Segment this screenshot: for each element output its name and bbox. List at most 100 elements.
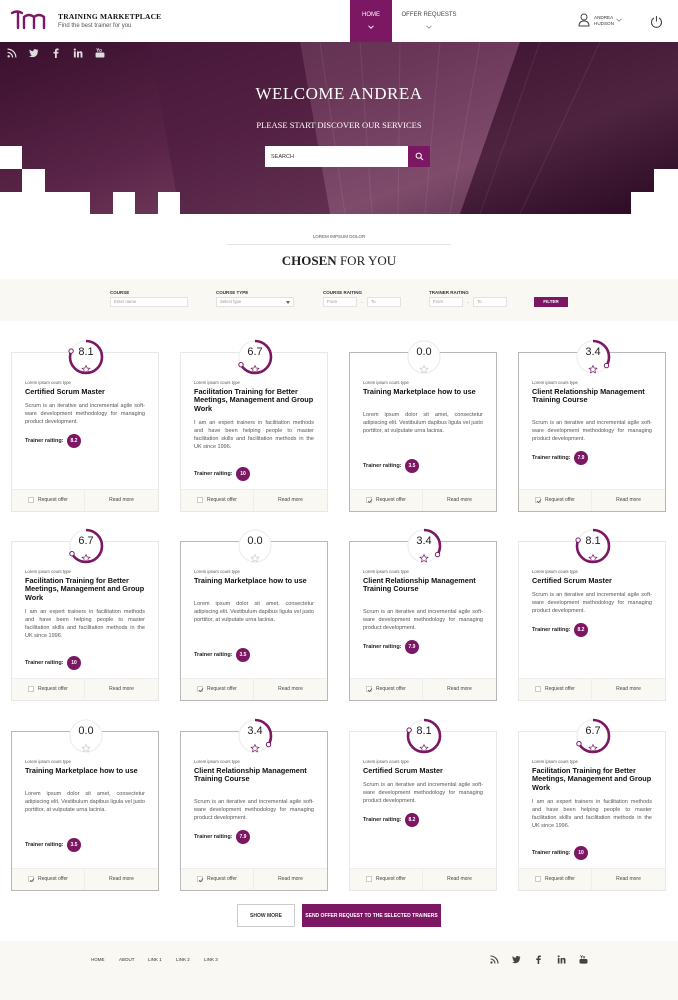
- footer-link-3[interactable]: LINK 3: [204, 957, 218, 962]
- read-more-link[interactable]: Read more: [85, 876, 158, 882]
- rss-icon[interactable]: [490, 955, 499, 964]
- read-more-link[interactable]: Read more: [254, 497, 327, 503]
- request-offer-checkbox[interactable]: [366, 876, 372, 882]
- course-title[interactable]: Facilitation Training for Better Meeting…: [25, 576, 145, 602]
- read-more-link[interactable]: Read more: [85, 497, 158, 503]
- nav-offer-requests[interactable]: OFFER REQUESTS: [400, 0, 458, 42]
- course-description: Scrum is an iterative and incremental ag…: [25, 403, 145, 426]
- logo-icon[interactable]: [9, 6, 49, 32]
- course-card[interactable]: 0.0 Lorem ipsum cours type Training Market…: [180, 529, 328, 701]
- facebook-icon[interactable]: [534, 955, 543, 964]
- course-rating-to[interactable]: To: [367, 297, 401, 307]
- course-title[interactable]: Facilitation Training for Better Meeting…: [532, 766, 652, 792]
- read-more-link[interactable]: Read more: [592, 497, 665, 503]
- decor-block: [654, 169, 678, 192]
- request-offer-toggle[interactable]: Request offer: [181, 869, 254, 890]
- read-more-link[interactable]: Read more: [254, 686, 327, 692]
- footer-link-2[interactable]: LINK 2: [176, 957, 190, 962]
- youtube-icon[interactable]: [95, 48, 105, 58]
- power-icon[interactable]: [650, 15, 663, 28]
- course-card[interactable]: 3.4 Lorem ipsum cours type Client Relation…: [349, 528, 497, 701]
- facebook-icon[interactable]: [51, 48, 61, 58]
- linkedin-icon[interactable]: [73, 48, 83, 58]
- check-icon: [367, 688, 373, 693]
- show-more-button[interactable]: SHOW MORE: [237, 904, 295, 927]
- course-title[interactable]: Training Marketplace how to use: [194, 576, 314, 585]
- course-card[interactable]: 0.0 Lorem ipsum cours type Training Market…: [11, 719, 159, 891]
- request-offer-toggle[interactable]: Request offer: [519, 869, 592, 890]
- request-offer-checkbox[interactable]: [28, 876, 35, 883]
- read-more-link[interactable]: Read more: [254, 876, 327, 882]
- request-offer-checkbox[interactable]: [197, 876, 204, 883]
- footer-link-about[interactable]: ABOUT: [119, 957, 135, 962]
- trainer-rating-from[interactable]: From: [429, 297, 463, 307]
- course-type-select[interactable]: Select type: [216, 297, 294, 307]
- request-offer-toggle[interactable]: Request offer: [12, 679, 85, 700]
- rss-icon[interactable]: [7, 48, 17, 58]
- course-title[interactable]: Facilitation Training for Better Meeting…: [194, 387, 314, 413]
- course-title[interactable]: Client Relationship Management Training …: [194, 766, 314, 784]
- request-offer-checkbox[interactable]: [197, 686, 204, 693]
- linkedin-icon[interactable]: [557, 955, 566, 964]
- twitter-icon[interactable]: [512, 955, 521, 964]
- user-menu[interactable]: ANDREA HUDSON: [578, 13, 628, 31]
- course-card[interactable]: 6.7 Lorem ipsum cours type Facilitation Tr…: [11, 528, 159, 701]
- course-title[interactable]: Certified Scrum Master: [25, 387, 145, 396]
- send-offer-request-button[interactable]: SEND OFFER REQUEST TO THE SELECTED TRAIN…: [302, 904, 441, 927]
- read-more-link[interactable]: Read more: [592, 686, 665, 692]
- request-offer-checkbox[interactable]: [197, 497, 203, 503]
- course-card[interactable]: 8.1 Lorem ipsum cours type Certified Scrum…: [518, 528, 666, 701]
- request-offer-toggle[interactable]: Request offer: [12, 490, 85, 511]
- course-card[interactable]: 3.4 Lorem ipsum cours type Client Relation…: [518, 339, 666, 512]
- score-value: 0.0: [416, 346, 432, 358]
- course-title[interactable]: Certified Scrum Master: [532, 576, 652, 585]
- footer-link-home[interactable]: HOME: [91, 957, 105, 962]
- course-card[interactable]: 3.4 Lorem ipsum cours type Client Relation…: [180, 718, 328, 891]
- request-offer-toggle[interactable]: Request offer: [181, 679, 254, 700]
- youtube-icon[interactable]: [579, 955, 588, 964]
- read-more-link[interactable]: Read more: [592, 876, 665, 882]
- request-offer-checkbox[interactable]: [535, 497, 542, 504]
- request-offer-checkbox[interactable]: [28, 497, 34, 503]
- request-offer-checkbox[interactable]: [535, 876, 541, 882]
- course-title[interactable]: Client Relationship Management Training …: [363, 576, 483, 594]
- request-offer-checkbox[interactable]: [28, 686, 34, 692]
- course-title[interactable]: Client Relationship Management Training …: [532, 387, 652, 405]
- twitter-icon[interactable]: [29, 48, 39, 58]
- course-rating-from[interactable]: From: [323, 297, 357, 307]
- user-name: ANDREA HUDSON: [594, 15, 614, 26]
- request-offer-toggle[interactable]: Request offer: [519, 679, 592, 700]
- search-button[interactable]: [408, 146, 430, 167]
- search-input[interactable]: [265, 146, 408, 167]
- request-offer-checkbox[interactable]: [366, 686, 373, 693]
- footer-link-1[interactable]: LINK 1: [148, 957, 162, 962]
- course-title[interactable]: Certified Scrum Master: [363, 766, 483, 775]
- read-more-link[interactable]: Read more: [85, 686, 158, 692]
- trainer-rating-to[interactable]: To: [473, 297, 507, 307]
- course-name-input[interactable]: Enter name: [110, 297, 188, 307]
- course-title[interactable]: Training Marketplace how to use: [25, 766, 145, 775]
- filter-button[interactable]: FILTER: [534, 297, 568, 307]
- course-card[interactable]: 8.1 Lorem ipsum cours type Certified Scrum…: [11, 339, 159, 512]
- request-offer-toggle[interactable]: Request offer: [350, 490, 423, 511]
- request-offer-checkbox[interactable]: [535, 686, 541, 692]
- request-offer-toggle[interactable]: Request offer: [350, 869, 423, 890]
- score-ring: [406, 528, 442, 564]
- request-offer-checkbox[interactable]: [366, 497, 373, 504]
- read-more-link[interactable]: Read more: [423, 497, 496, 503]
- read-more-link[interactable]: Read more: [423, 686, 496, 692]
- range-dash: -: [361, 300, 363, 306]
- request-offer-toggle[interactable]: Request offer: [519, 490, 592, 511]
- read-more-link[interactable]: Read more: [423, 876, 496, 882]
- course-card[interactable]: 0.0 Lorem ipsum cours type Training Market…: [349, 340, 497, 512]
- request-offer-toggle[interactable]: Request offer: [12, 869, 85, 890]
- trainer-rating-badge: 10: [236, 467, 250, 482]
- course-description: Scrum is an iterative and incremental ag…: [363, 782, 483, 805]
- course-title[interactable]: Training Marketplace how to use: [363, 387, 483, 396]
- course-card[interactable]: 6.7 Lorem ipsum cours type Facilitation Tr…: [180, 339, 328, 512]
- course-card[interactable]: 6.7 Lorem ipsum cours type Facilitation Tr…: [518, 718, 666, 891]
- course-card[interactable]: 8.1 Lorem ipsum cours type Certified Scrum…: [349, 718, 497, 891]
- nav-home[interactable]: HOME: [350, 0, 392, 42]
- request-offer-toggle[interactable]: Request offer: [181, 490, 254, 511]
- request-offer-toggle[interactable]: Request offer: [350, 679, 423, 700]
